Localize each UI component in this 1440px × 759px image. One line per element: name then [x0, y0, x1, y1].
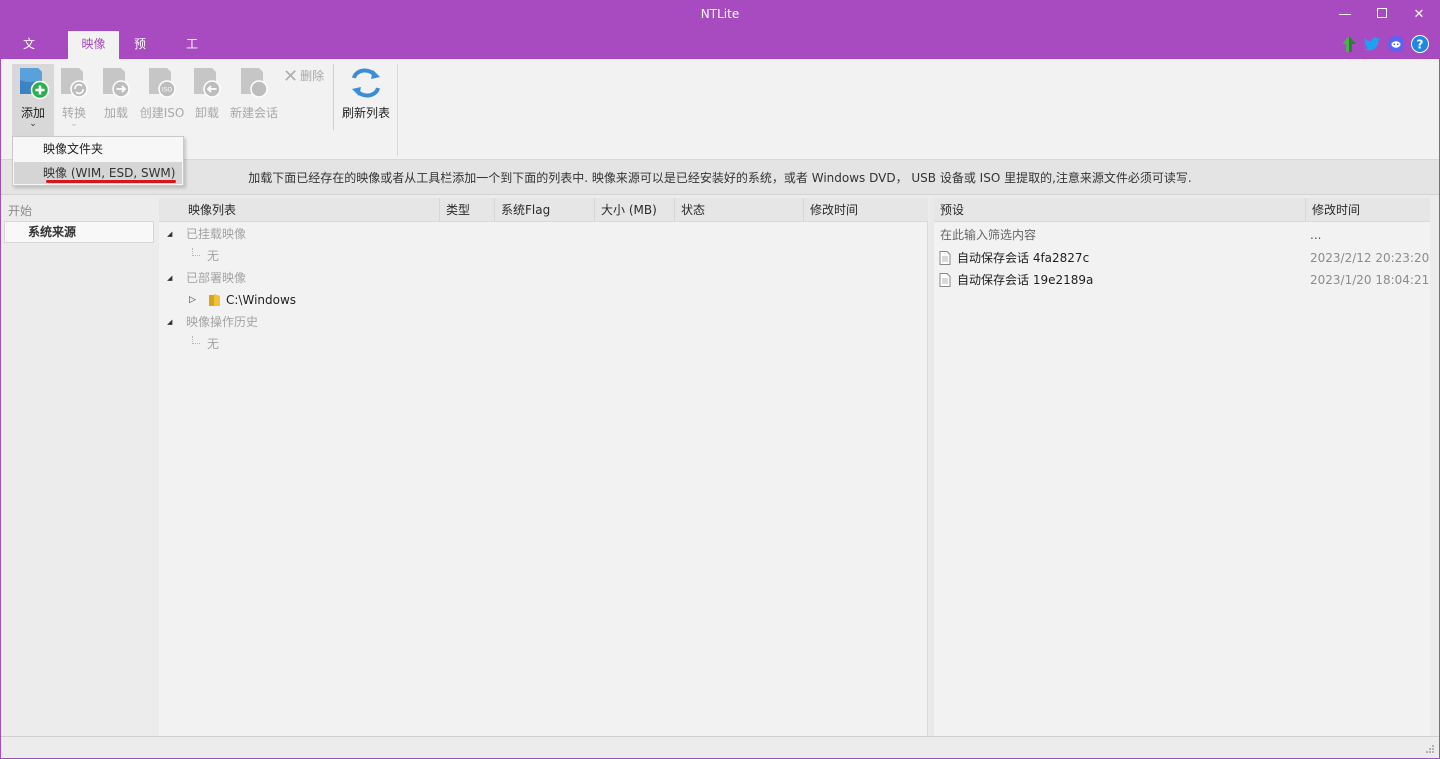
twitter-icon[interactable]: [1363, 35, 1381, 53]
menu-image[interactable]: 映像: [68, 31, 119, 59]
preset-list-header: 预设 修改时间: [934, 198, 1430, 222]
new-session-icon: [241, 68, 268, 98]
column-status[interactable]: 状态: [675, 198, 804, 222]
delete-label: 删除: [300, 69, 325, 83]
app-window: NTLite — ✕ 文件 映像 预设 工具: [1, 0, 1439, 758]
tree-item-windows[interactable]: ▷ C:\Windows: [189, 289, 389, 311]
load-button[interactable]: 加载: [99, 64, 133, 134]
maximize-button[interactable]: [1370, 5, 1394, 25]
column-size[interactable]: 大小 (MB): [595, 198, 675, 222]
preset-filter-row[interactable]: 在此输入筛选内容 ...: [934, 224, 1430, 246]
refresh-list-button[interactable]: 刷新列表: [339, 64, 393, 134]
add-image-icon: [20, 68, 50, 100]
column-modified[interactable]: 修改时间: [804, 198, 928, 222]
column-system-flag[interactable]: 系统Flag: [495, 198, 595, 222]
new-session-button[interactable]: 新建会话: [227, 64, 281, 134]
help-icon[interactable]: ?: [1411, 35, 1429, 53]
collapse-triangle-icon[interactable]: ◢: [167, 223, 172, 245]
collapse-triangle-icon[interactable]: ◢: [167, 311, 172, 333]
chevron-down-icon: ⌄: [29, 119, 37, 129]
svg-text:ISO: ISO: [162, 87, 173, 94]
convert-icon: [61, 68, 88, 98]
update-arrow-icon[interactable]: [1340, 35, 1358, 53]
group-label: 已部署映像: [186, 271, 247, 285]
resize-grip-icon[interactable]: [1425, 744, 1435, 754]
status-bar: [1, 736, 1439, 758]
menu-file[interactable]: 文件: [9, 31, 49, 77]
document-icon: [939, 251, 951, 265]
title-bar: NTLite — ✕ 文件 映像 预设 工具: [1, 0, 1439, 77]
group-label: 已挂载映像: [186, 227, 247, 241]
refresh-icon: [352, 68, 380, 98]
ribbon-separator: [397, 64, 398, 156]
svg-text:?: ?: [1417, 37, 1424, 51]
create-iso-label: 创建ISO: [139, 106, 185, 120]
discord-icon[interactable]: [1387, 35, 1405, 53]
delete-x-icon: ✕: [283, 66, 299, 87]
column-preset[interactable]: 预设: [934, 198, 1306, 222]
sidebar-heading: 开始: [8, 204, 33, 218]
refresh-list-label: 刷新列表: [341, 106, 390, 120]
maximize-icon: [1377, 8, 1387, 18]
load-icon: [103, 68, 130, 98]
preset-filter-dots: ...: [1310, 228, 1322, 242]
red-underline-annotation: [46, 180, 176, 183]
create-iso-button[interactable]: ISO 创建ISO: [137, 64, 187, 134]
document-icon: [939, 273, 951, 287]
expand-triangle-icon[interactable]: ▷: [189, 289, 196, 311]
convert-button[interactable]: 转换 ⌄: [57, 64, 91, 134]
leaf-label: 无: [207, 337, 220, 351]
menu-tools[interactable]: 工具: [172, 31, 212, 77]
column-image-list[interactable]: 映像列表: [182, 198, 440, 222]
group-label: 映像操作历史: [186, 315, 259, 329]
leaf-label: 无: [207, 249, 220, 263]
add-dropdown-menu: 映像文件夹 映像 (WIM, ESD, SWM): [12, 136, 184, 186]
load-label: 加载: [103, 106, 128, 120]
image-list: 映像列表 类型 系统Flag 大小 (MB) 状态 修改时间 ◢ 已挂载映像 无…: [159, 198, 928, 736]
column-type[interactable]: 类型: [440, 198, 495, 222]
tree-connector: [192, 336, 200, 344]
preset-row[interactable]: 自动保存会话 4fa2827c 2023/2/12 20:23:20: [934, 247, 1430, 269]
windows-path-label: C:\Windows: [226, 293, 297, 307]
preset-date: 2023/1/20 18:04:21: [1310, 273, 1430, 287]
column-preset-modified[interactable]: 修改时间: [1306, 198, 1430, 222]
tree-connector: [192, 248, 200, 256]
window-title: NTLite: [700, 7, 740, 21]
ribbon-toolbar: 添加 ⌄ 转换 ⌄ 加载 ISO 创建ISO 卸载 新建会话 ✕ 删除 刷新列表: [1, 59, 1439, 160]
menu-item-image-folder[interactable]: 映像文件夹: [14, 138, 182, 160]
preset-name: 自动保存会话 4fa2827c: [957, 251, 1090, 265]
unload-button[interactable]: 卸载: [189, 64, 225, 134]
preset-row[interactable]: 自动保存会话 19e2189a 2023/1/20 18:04:21: [934, 269, 1430, 291]
unload-label: 卸载: [194, 106, 219, 120]
iso-disc-icon: ISO: [149, 68, 176, 98]
new-session-label: 新建会话: [229, 106, 278, 120]
ribbon-separator: [333, 64, 334, 130]
info-text: 加载下面已经存在的映像或者从工具栏添加一个到下面的列表中. 映像来源可以是已经安…: [248, 171, 1192, 185]
sidebar: 开始 系统来源: [1, 196, 157, 736]
add-button[interactable]: 添加 ⌄: [12, 64, 54, 136]
preset-filter-input[interactable]: 在此输入筛选内容: [940, 224, 1036, 246]
collapse-triangle-icon[interactable]: ◢: [167, 267, 172, 289]
minimize-button[interactable]: —: [1333, 5, 1357, 25]
image-list-header: 映像列表 类型 系统Flag 大小 (MB) 状态 修改时间: [159, 198, 928, 222]
close-button[interactable]: ✕: [1407, 5, 1431, 25]
sidebar-item-source[interactable]: 系统来源: [4, 221, 154, 243]
preset-list: 预设 修改时间 在此输入筛选内容 ... 自动保存会话 4fa2827c 202…: [934, 198, 1430, 736]
info-bar: 加载下面已经存在的映像或者从工具栏添加一个到下面的列表中. 映像来源可以是已经安…: [1, 160, 1439, 195]
unload-icon: [194, 68, 221, 98]
menu-presets[interactable]: 预设: [120, 31, 160, 77]
folder-icon: [209, 294, 220, 306]
delete-button[interactable]: ✕ 删除: [283, 66, 325, 87]
preset-name: 自动保存会话 19e2189a: [957, 273, 1094, 287]
preset-date: 2023/2/12 20:23:20: [1310, 251, 1430, 265]
